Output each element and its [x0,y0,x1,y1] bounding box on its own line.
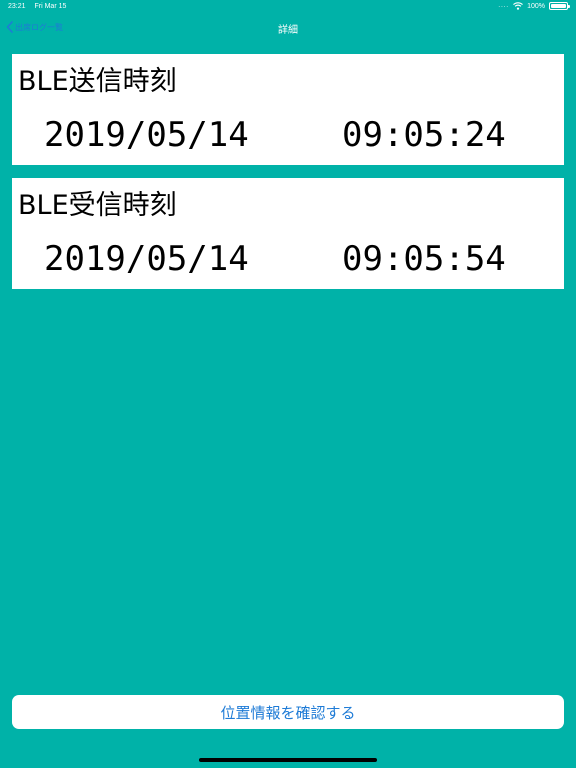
battery-percent: 100% [527,2,545,10]
send-time-title: BLE送信時刻 [18,66,177,97]
navigation-bar: 出席ログ一覧 詳細 [0,14,576,42]
receive-time-value: 09:05:54 [342,239,506,279]
send-time-card: BLE送信時刻 2019/05/14 09:05:24 [12,54,564,165]
confirm-location-button[interactable]: 位置情報を確認する [12,695,564,729]
receive-time-title: BLE受信時刻 [18,190,177,221]
battery-icon [549,2,570,10]
home-indicator[interactable] [199,758,377,762]
status-bar: 23:21 Fri Mar 15 .... 100% [0,0,576,14]
receive-time-card: BLE受信時刻 2019/05/14 09:05:54 [12,178,564,289]
status-right: .... 100% [498,2,570,10]
battery-tip [568,5,570,8]
status-date: Fri Mar 15 [34,3,67,10]
receive-date-value: 2019/05/14 [44,239,249,279]
signal-dots: .... [498,3,510,9]
wifi-icon [513,2,524,10]
status-left: 23:21 Fri Mar 15 [8,3,66,10]
status-time: 23:21 [8,3,26,10]
page-title: 詳細 [278,25,298,36]
battery-fill [551,4,566,8]
send-time-value: 09:05:24 [342,115,506,155]
send-date-value: 2019/05/14 [44,115,249,155]
